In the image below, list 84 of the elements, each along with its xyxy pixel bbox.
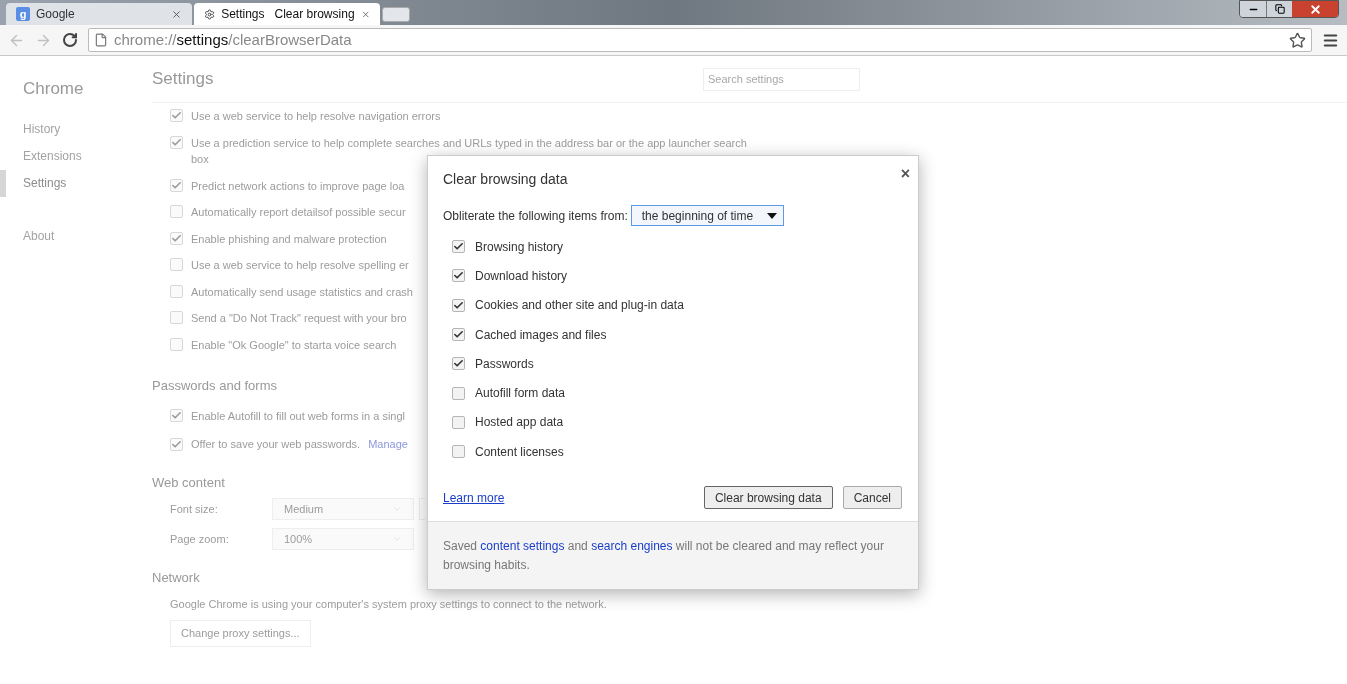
option-label: Send a "Do Not Track" request with your bro: [191, 311, 407, 326]
close-button[interactable]: ×: [900, 166, 910, 182]
tab-title: Settings Clear browsing: [221, 6, 355, 23]
setting-label: Page zoom:: [170, 531, 230, 547]
network-text: Google Chrome is using your computer's system proxy settings to connect to the network.: [169, 596, 608, 612]
tab-title: Google: [36, 6, 76, 23]
dialog-title: Clear browsing data: [443, 170, 568, 189]
settings-icon: [204, 7, 216, 21]
bookmark-star-icon[interactable]: [1289, 31, 1306, 49]
checkbox[interactable]: [452, 415, 465, 429]
sidebar-item[interactable]: Settings: [0, 169, 152, 197]
reload-icon[interactable]: [62, 32, 78, 48]
page-icon: [94, 33, 108, 47]
checkbox[interactable]: [170, 258, 183, 271]
checkbox[interactable]: [452, 445, 465, 459]
close-icon: [1308, 2, 1322, 16]
checkbox[interactable]: [170, 135, 183, 149]
item-label: Browsing history: [475, 238, 564, 256]
browser-tab[interactable]: Settings Clear browsing: [194, 3, 380, 25]
item-label: Cookies and other site and plug-in data: [475, 297, 684, 315]
new-tab-button[interactable]: [382, 7, 410, 22]
address-bar[interactable]: chrome://settings/clearBrowserData: [88, 28, 1312, 52]
restore-button[interactable]: [1266, 1, 1292, 17]
check-icon: [171, 232, 182, 244]
item-label: Download history: [475, 267, 568, 285]
checkbox[interactable]: [452, 357, 465, 371]
checkbox[interactable]: [452, 328, 465, 342]
section-title: Network: [152, 569, 200, 587]
restore-icon: [1274, 4, 1285, 14]
check-icon: [453, 299, 464, 311]
search-field[interactable]: Search settings: [703, 67, 860, 91]
close-icon[interactable]: [360, 8, 370, 20]
footer-note: Saved content settings and search engines will not be cleared and may reflect your browsing habits.: [443, 538, 885, 575]
check-icon: [171, 179, 182, 191]
footer-link[interactable]: content settings: [480, 539, 565, 554]
close-window-button[interactable]: [1292, 1, 1338, 17]
checkbox[interactable]: [452, 269, 465, 283]
item-label: Cached images and files: [475, 326, 607, 344]
footer-link[interactable]: search engines: [591, 539, 673, 554]
option-label: Use a web service to help resolve spelling er: [191, 258, 409, 273]
learn-more-link[interactable]: Learn more: [443, 488, 505, 507]
option-label: Predict network actions to improve page loa: [191, 178, 405, 194]
option-label: Automatically send usage statistics and crash: [191, 284, 413, 300]
item-label: Autofill form data: [475, 385, 566, 403]
checkbox[interactable]: [170, 178, 183, 192]
checkbox[interactable]: [170, 311, 183, 324]
caret-icon: [767, 212, 778, 219]
checkbox[interactable]: [170, 284, 183, 298]
section-title: Passwords and forms: [152, 377, 277, 395]
option-label: Offer to save your web passwords.: [191, 437, 361, 452]
item-label: Hosted app data: [475, 414, 564, 432]
checkbox[interactable]: [170, 231, 183, 245]
option-label: Use a prediction service to help complete searches and URLs typed in the address bar or the app launcher search box: [191, 135, 748, 167]
page-title: Settings: [152, 68, 214, 91]
check-icon: [171, 438, 182, 450]
time-range-dropdown[interactable]: the beginning of time: [630, 205, 785, 226]
checkbox[interactable]: [170, 109, 183, 122]
setting-label: Font size:: [170, 501, 219, 517]
checkbox[interactable]: [170, 205, 183, 218]
checkbox[interactable]: [452, 386, 465, 400]
check-icon: [171, 136, 182, 148]
checkbox[interactable]: [170, 337, 183, 351]
option-label: Use a web service to help resolve navigation errors: [191, 109, 441, 124]
checkbox[interactable]: [452, 298, 465, 312]
menu-icon[interactable]: [1322, 31, 1339, 49]
sidebar-title: Chrome: [22, 78, 85, 100]
range-label: Obliterate the following items from:: [443, 207, 628, 225]
option-label: Enable "Ok Google" to starta voice search: [191, 337, 397, 353]
url-text: chrome://settings/clearBrowserData: [114, 29, 352, 50]
option-label: Enable Autofill to fill out web forms in a singl: [191, 408, 405, 424]
item-label: Passwords: [475, 355, 534, 373]
section-title: Web content: [152, 473, 225, 492]
item-label: Content licenses: [475, 443, 564, 461]
option-label: Enable phishing and malware protection: [191, 231, 387, 247]
checkbox[interactable]: [170, 409, 183, 423]
browser-tab[interactable]: g Google: [6, 3, 192, 25]
close-icon[interactable]: [171, 8, 182, 20]
cancel-button[interactable]: Cancel: [842, 486, 902, 510]
clear-data-button[interactable]: Clear browsing data: [703, 486, 833, 510]
checkbox[interactable]: [452, 240, 465, 254]
option-label: Automatically report detailsof possible secur: [191, 205, 406, 220]
checkbox[interactable]: [170, 437, 183, 451]
check-icon: [171, 110, 182, 121]
google-favicon-icon: g: [16, 7, 30, 21]
